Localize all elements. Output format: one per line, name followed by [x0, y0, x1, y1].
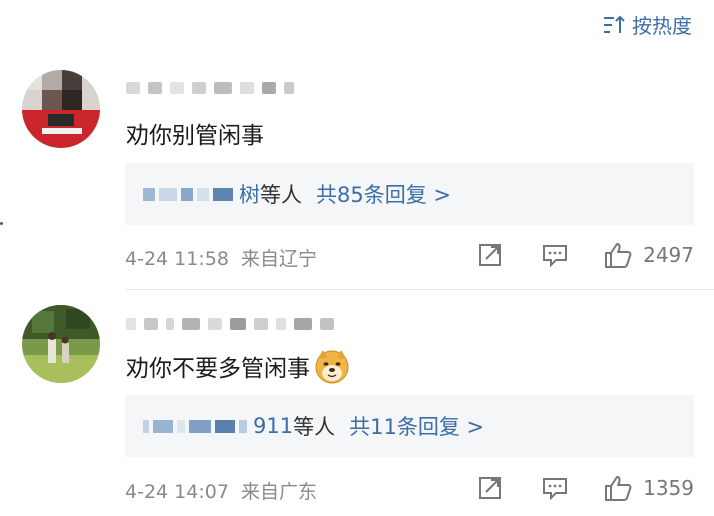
- view-replies-link[interactable]: 共11条回复 >: [349, 411, 484, 441]
- sort-label: 按热度: [632, 14, 692, 38]
- comment-location: 来自广东: [240, 481, 317, 503]
- replies-box[interactable]: 911 等人 共11条回复 >: [125, 395, 694, 457]
- username-blurred[interactable]: [126, 82, 294, 94]
- replier-name-tail[interactable]: 911: [253, 414, 293, 438]
- share-icon[interactable]: [477, 475, 503, 501]
- replies-others: 等人: [293, 415, 336, 439]
- comment-icon[interactable]: [541, 242, 569, 268]
- comment-text: 劝你不要多管闲事: [126, 348, 350, 384]
- like-count: 2497: [643, 243, 694, 267]
- comment-actions: 2497: [477, 241, 694, 269]
- avatar[interactable]: [22, 70, 100, 148]
- avatar[interactable]: [22, 305, 100, 383]
- replies-box[interactable]: 树 等人 共85条回复 >: [125, 163, 694, 225]
- comment-actions: 1359: [477, 474, 694, 502]
- comment-meta: 4-24 11:58 来自辽宁: [125, 244, 317, 271]
- replies-others: 等人: [260, 183, 302, 207]
- like-icon[interactable]: [603, 241, 633, 269]
- comment-text: 劝你别管闲事: [126, 123, 264, 149]
- share-icon[interactable]: [477, 242, 503, 268]
- replier-names-blurred: [143, 187, 237, 201]
- edge-marker: [0, 222, 3, 225]
- username-blurred[interactable]: [126, 318, 334, 330]
- sort-icon: [604, 15, 625, 33]
- doge-emoji: [314, 348, 350, 384]
- sort-by-hot-button[interactable]: 按热度: [602, 10, 692, 39]
- comment-divider: [125, 289, 714, 290]
- comment-meta: 4-24 14:07 来自广东: [125, 477, 317, 504]
- comment-icon[interactable]: [541, 475, 569, 501]
- replier-name-tail[interactable]: 树: [239, 179, 260, 209]
- like-icon[interactable]: [603, 474, 633, 502]
- view-replies-link[interactable]: 共85条回复 >: [316, 179, 451, 209]
- comment-time: 4-24 11:58: [125, 248, 229, 270]
- replier-names-blurred: [143, 419, 251, 433]
- like-count: 1359: [643, 476, 694, 500]
- comment-location: 来自辽宁: [240, 248, 317, 270]
- comment-time: 4-24 14:07: [125, 481, 229, 503]
